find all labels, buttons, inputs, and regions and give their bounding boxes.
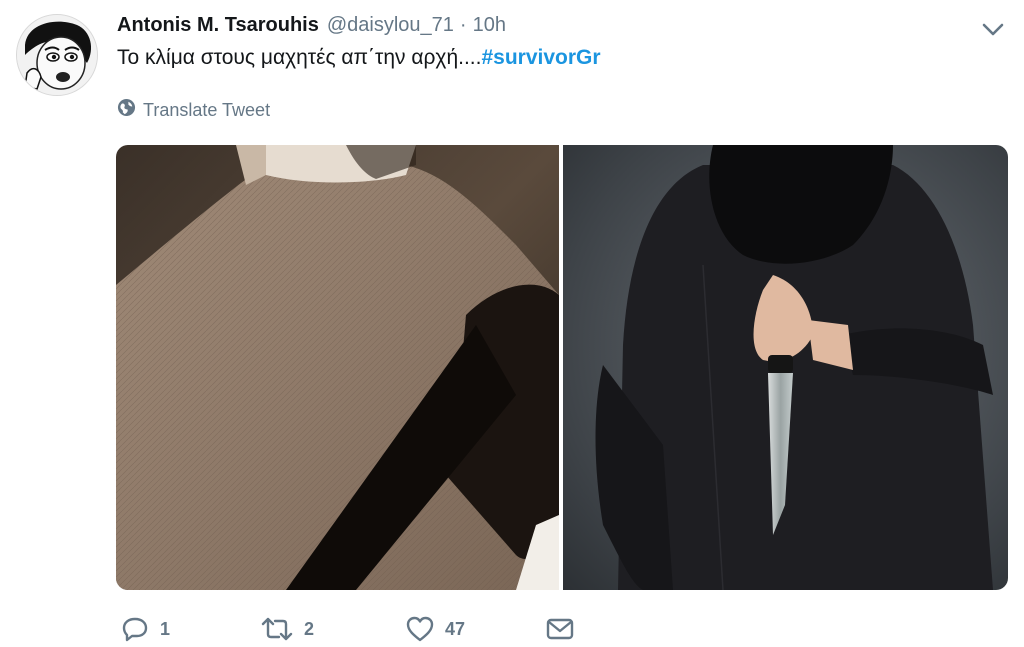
heart-icon <box>405 614 435 644</box>
tweet-body: Το κλίμα στους μαχητές απ΄την αρχή.... <box>117 46 482 69</box>
direct-message-button[interactable] <box>545 614 575 644</box>
tweet-actions: 1 2 47 <box>120 614 575 644</box>
media-photo-right[interactable] <box>563 145 1008 590</box>
tweet-text: Το κλίμα στους μαχητές απ΄την αρχή....#s… <box>117 46 601 70</box>
translate-tweet-link[interactable]: Translate Tweet <box>117 98 270 122</box>
tweet-header: Antonis M. Tsarouhis @daisylou_71 · 10h <box>117 14 506 44</box>
like-count: 47 <box>445 618 466 639</box>
media-photo-left[interactable] <box>116 145 559 590</box>
retweet-count: 2 <box>304 618 315 639</box>
avatar[interactable] <box>16 14 98 96</box>
envelope-icon <box>545 614 575 644</box>
reply-icon <box>120 614 150 644</box>
reply-count: 1 <box>160 618 171 639</box>
separator-dot: · <box>459 14 467 36</box>
user-handle[interactable]: @daisylou_71 <box>327 14 454 37</box>
translate-label: Translate Tweet <box>143 99 271 120</box>
globe-icon <box>117 98 136 122</box>
tweet-timestamp[interactable]: 10h <box>473 14 506 37</box>
tweet-media[interactable] <box>116 145 1008 590</box>
retweet-icon <box>260 614 294 644</box>
retweet-button[interactable]: 2 <box>260 614 405 644</box>
display-name[interactable]: Antonis M. Tsarouhis <box>117 14 319 37</box>
like-button[interactable]: 47 <box>405 614 545 644</box>
chevron-down-icon[interactable] <box>980 18 1006 40</box>
reply-button[interactable]: 1 <box>120 614 260 644</box>
hashtag-link[interactable]: #survivorGr <box>481 46 600 69</box>
